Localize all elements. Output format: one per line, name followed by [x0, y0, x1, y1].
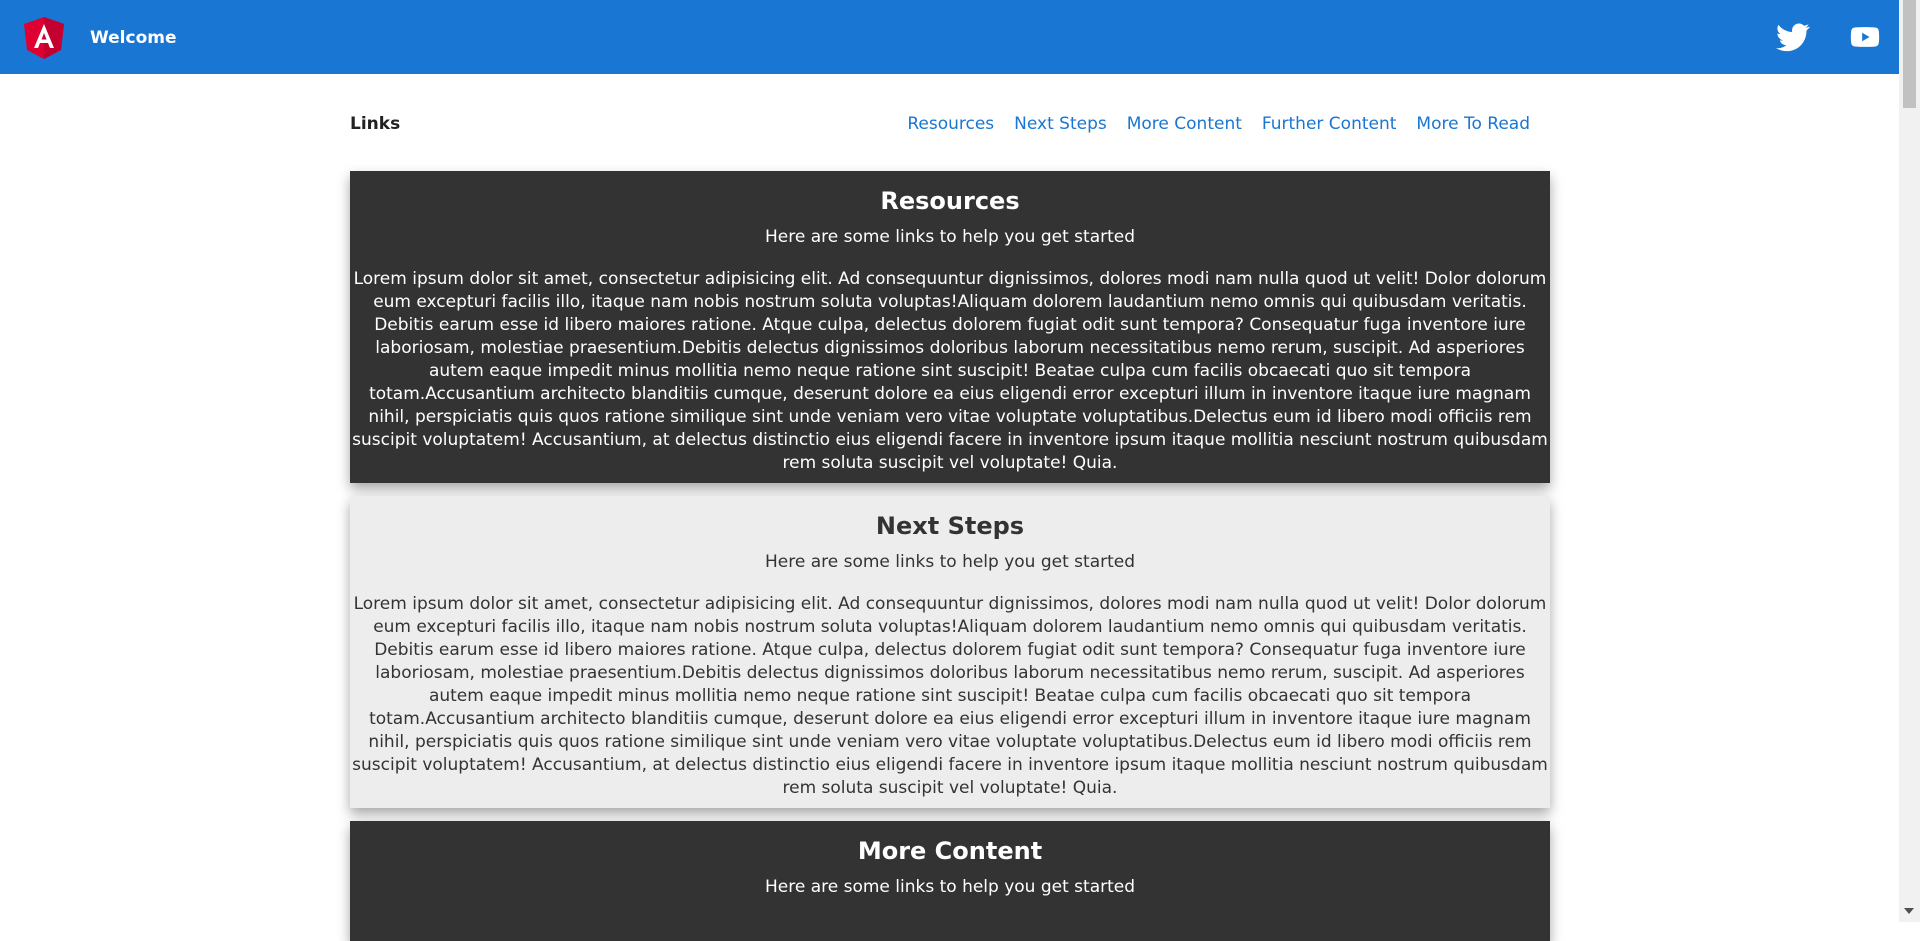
youtube-icon[interactable]: [1848, 20, 1882, 54]
scrollbar-thumb[interactable]: [1903, 0, 1916, 108]
nav-link-more-content[interactable]: More Content: [1127, 114, 1242, 134]
card-subtitle: Here are some links to help you get star…: [764, 877, 1136, 897]
nav-link-resources[interactable]: Resources: [907, 114, 994, 134]
scroll-down-arrow-icon[interactable]: [1904, 908, 1914, 914]
card-more-content: More Content Here are some links to help…: [350, 821, 1550, 941]
card-title: More Content: [857, 837, 1043, 865]
card-subtitle: Here are some links to help you get star…: [764, 227, 1136, 247]
angular-logo-icon[interactable]: [24, 17, 64, 59]
links-title: Links: [350, 114, 401, 134]
nav-link-further-content[interactable]: Further Content: [1262, 114, 1397, 134]
links-nav: Resources Next Steps More Content Furthe…: [907, 114, 1530, 134]
card-body: Lorem ipsum dolor sit amet, consectetur …: [352, 269, 1548, 473]
card-title: Resources: [880, 187, 1020, 215]
main-content: Links Resources Next Steps More Content …: [350, 74, 1550, 941]
nav-link-more-to-read[interactable]: More To Read: [1416, 114, 1530, 134]
card-next-steps: Next Steps Here are some links to help y…: [350, 496, 1550, 808]
card-body: Lorem ipsum dolor sit amet, consectetur …: [352, 594, 1548, 798]
vertical-scrollbar[interactable]: [1899, 0, 1920, 922]
links-header: Links Resources Next Steps More Content …: [350, 74, 1550, 172]
top-toolbar: Welcome: [0, 0, 1899, 74]
twitter-icon[interactable]: [1776, 20, 1810, 54]
toolbar-title: Welcome: [90, 28, 177, 48]
card-resources: Resources Here are some links to help yo…: [350, 171, 1550, 483]
card-title: Next Steps: [875, 512, 1025, 540]
card-subtitle: Here are some links to help you get star…: [764, 552, 1136, 572]
nav-link-next-steps[interactable]: Next Steps: [1014, 114, 1107, 134]
